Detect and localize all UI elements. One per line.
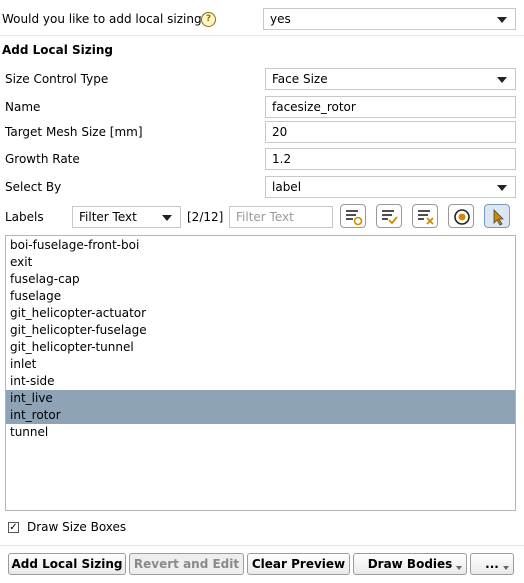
chevron-down-icon <box>497 185 507 191</box>
list-item[interactable]: int_live <box>6 390 515 407</box>
growth-rate-input[interactable]: 1.2 <box>265 148 516 170</box>
clear-preview-button[interactable]: Clear Preview <box>247 553 350 575</box>
target-mesh-size-label: Target Mesh Size [mm] <box>5 125 143 139</box>
filter-type-dropdown[interactable]: Filter Text <box>72 206 181 228</box>
deselect-all-button[interactable] <box>412 204 438 228</box>
size-control-type-dropdown[interactable]: Face Size <box>265 68 516 90</box>
pointer-select-button[interactable] <box>484 204 510 228</box>
list-item[interactable]: inlet <box>6 356 515 373</box>
list-item[interactable]: git_helicopter-tunnel <box>6 339 515 356</box>
dropdown-arrow-icon <box>503 566 509 570</box>
filter-text-input[interactable]: Filter Text <box>229 206 333 228</box>
labels-label: Labels <box>5 210 44 224</box>
draw-bodies-label: Draw Bodies <box>367 557 453 571</box>
selection-count: [2/12] <box>187 210 224 224</box>
dropdown-arrow-icon <box>456 566 462 570</box>
clear-list-icon <box>418 210 434 225</box>
select-by-value: label <box>272 180 302 194</box>
chevron-down-icon <box>497 77 507 83</box>
list-item[interactable]: int-side <box>6 373 515 390</box>
list-item[interactable]: git_helicopter-actuator <box>6 305 515 322</box>
radio-select-button[interactable] <box>448 204 474 228</box>
size-control-type-value: Face Size <box>272 72 328 86</box>
divider <box>0 35 524 36</box>
help-icon[interactable]: ? <box>201 12 216 27</box>
list-item[interactable]: int_rotor <box>6 407 515 424</box>
labels-list[interactable]: boi-fuselage-front-boi exit fuselag-cap fus… <box>5 235 516 511</box>
more-options-label: ... <box>485 557 499 571</box>
check-list-icon <box>382 210 398 225</box>
target-mesh-size-input[interactable]: 20 <box>265 121 516 143</box>
local-sizing-dropdown[interactable]: yes <box>263 8 516 30</box>
list-item[interactable]: tunnel <box>6 424 515 441</box>
chevron-down-icon <box>162 215 172 221</box>
filter-list-button[interactable] <box>340 204 366 228</box>
select-all-button[interactable] <box>376 204 402 228</box>
list-item[interactable]: boi-fuselage-front-boi <box>6 237 515 254</box>
draw-size-boxes-label: Draw Size Boxes <box>27 520 127 534</box>
list-item[interactable]: exit <box>6 254 515 271</box>
list-item[interactable]: fuselag-cap <box>6 271 515 288</box>
local-sizing-question-label: Would you like to add local sizing? <box>2 12 208 26</box>
cursor-arrow-icon <box>493 209 504 226</box>
filter-type-value: Filter Text <box>79 210 137 224</box>
local-sizing-dropdown-value: yes <box>270 12 291 26</box>
draw-size-boxes-checkbox[interactable]: ✓ <box>8 522 19 533</box>
name-label: Name <box>5 100 41 114</box>
list-item[interactable]: git_helicopter-fuselage <box>6 322 515 339</box>
chevron-down-icon <box>497 17 507 23</box>
filter-list-icon <box>346 210 363 226</box>
growth-rate-label: Growth Rate <box>5 152 80 166</box>
name-input[interactable]: facesize_rotor <box>265 96 516 118</box>
add-local-sizing-button[interactable]: Add Local Sizing <box>8 553 126 575</box>
divider <box>0 545 524 546</box>
section-title: Add Local Sizing <box>2 43 114 57</box>
list-item[interactable]: fuselage <box>6 288 515 305</box>
select-by-label: Select By <box>5 180 62 194</box>
radio-target-icon <box>454 209 470 225</box>
more-options-button[interactable]: ... <box>470 553 514 575</box>
draw-bodies-button[interactable]: Draw Bodies <box>353 553 467 575</box>
select-by-dropdown[interactable]: label <box>265 176 516 198</box>
size-control-type-label: Size Control Type <box>5 72 109 86</box>
revert-and-edit-button[interactable]: Revert and Edit <box>129 553 244 575</box>
